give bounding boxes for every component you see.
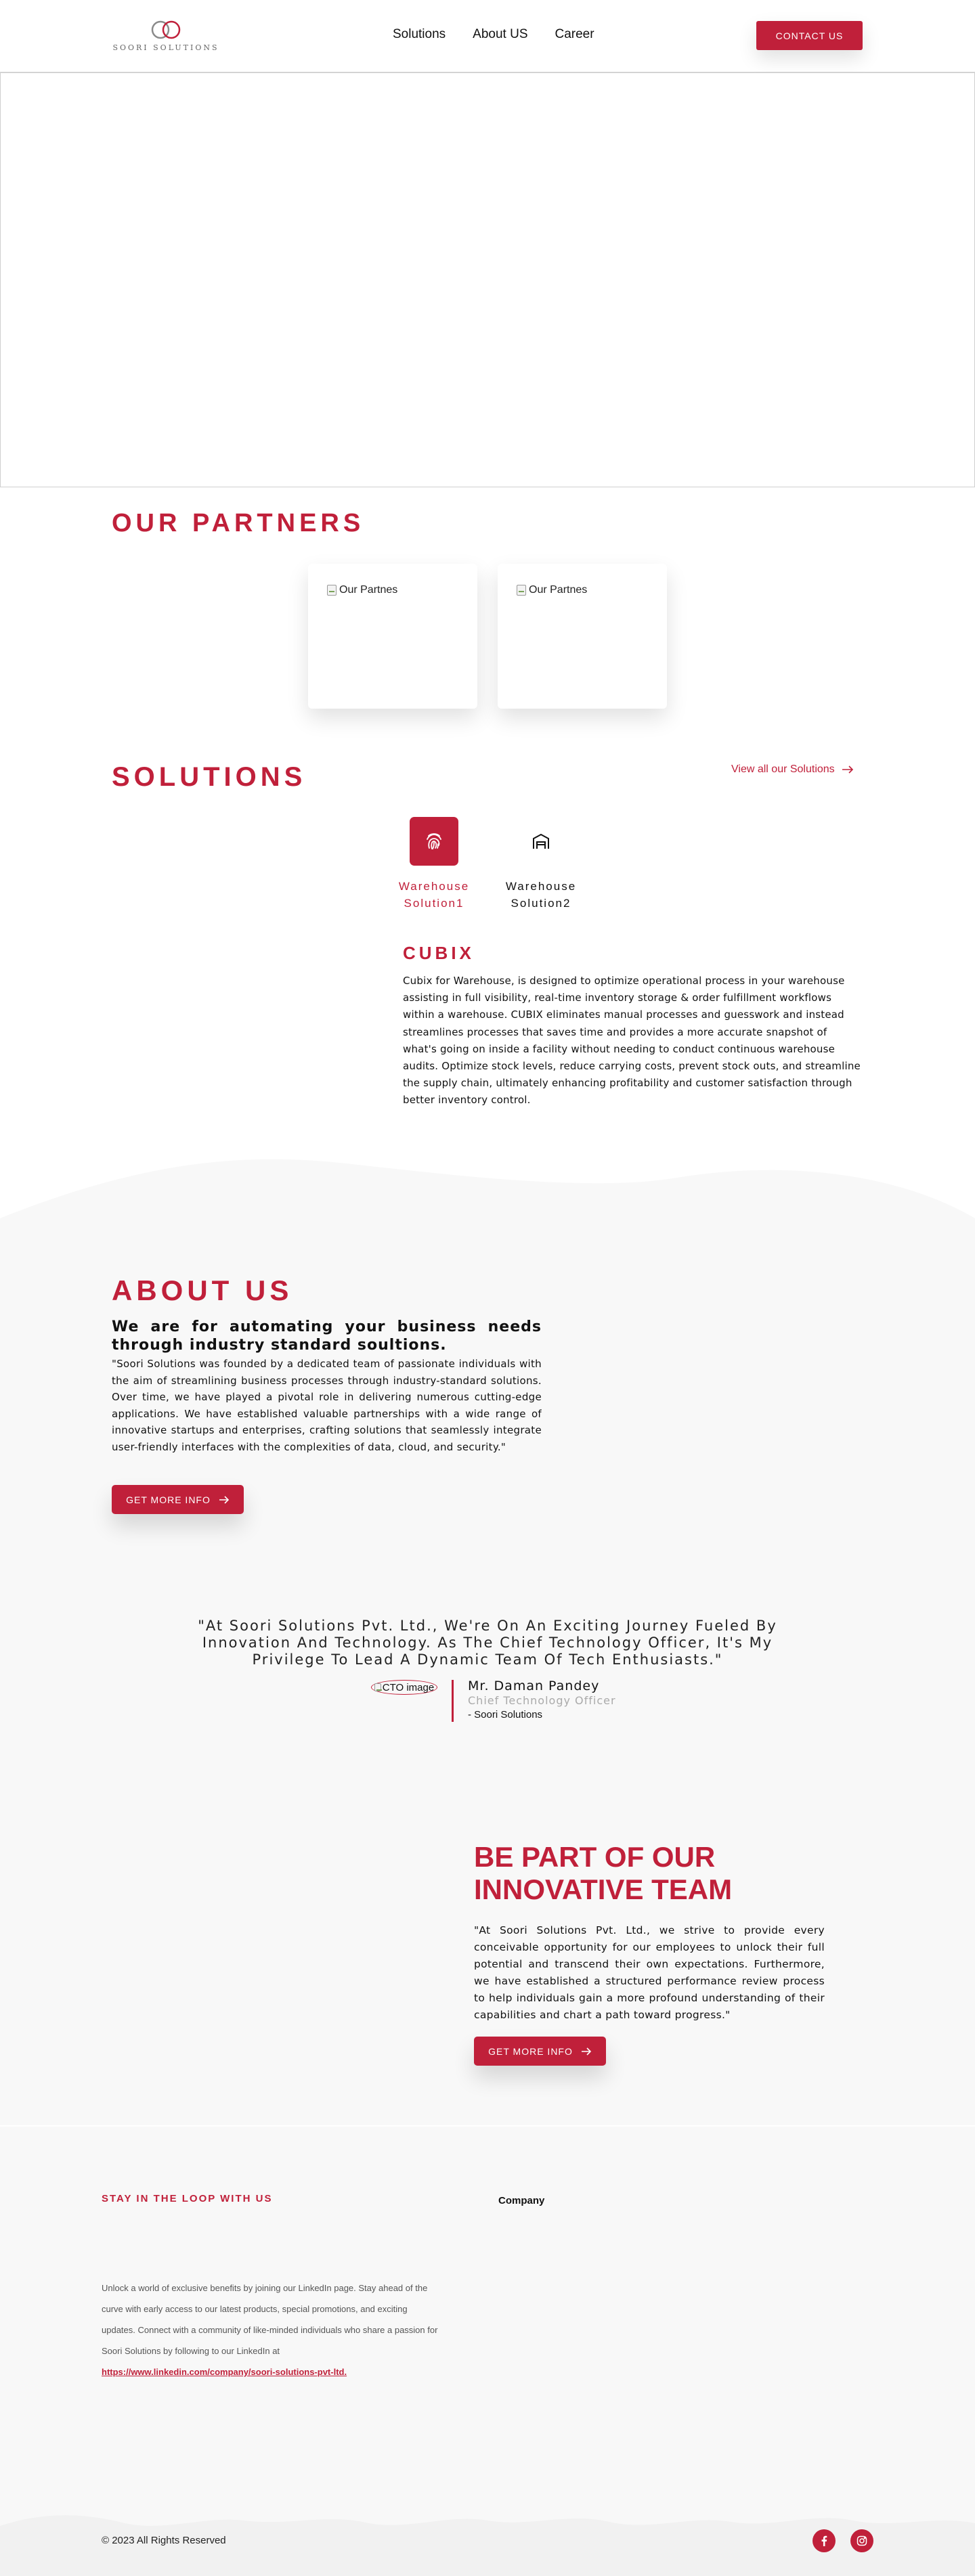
solution-detail-text: Cubix for Warehouse, is designed to opti… (403, 975, 861, 1107)
instagram-link[interactable] (850, 2529, 873, 2552)
solution-detail-title: CUBIX (403, 943, 475, 963)
partner-image: Our Partnes (327, 584, 397, 596)
instagram-icon (857, 2535, 867, 2546)
solution-tab-warehouse-1[interactable]: Warehouse Solution1 (393, 817, 475, 912)
cto-company: - Soori Solutions (468, 1709, 543, 1720)
warehouse-icon (533, 833, 549, 849)
broken-image-icon (517, 585, 526, 596)
brand-name: SOORI SOLUTIONS (112, 43, 219, 52)
linkedin-link[interactable]: https://www.linkedin.com/company/soori-s… (102, 2367, 347, 2377)
cto-image: CTO image (371, 1680, 437, 1695)
nav-item-solutions[interactable]: Solutions (393, 27, 446, 42)
partner-image-alt: Our Partnes (529, 584, 588, 596)
main-nav: Solutions About US Career (393, 27, 594, 42)
cto-image-alt: CTO image (382, 1681, 435, 1693)
arrow-right-icon (581, 2047, 592, 2056)
nav-item-career[interactable]: Career (555, 27, 594, 42)
view-all-label: View all our Solutions (731, 763, 835, 775)
footer-heading: STAY IN THE LOOP WITH US (102, 2193, 273, 2204)
about-text: "Soori Solutions was founded by a dedica… (112, 1358, 542, 1453)
solution-tab-label: Warehouse Solution2 (505, 880, 577, 910)
footer-company-heading: Company (498, 2195, 545, 2206)
partner-image: Our Partnes (517, 584, 587, 596)
contact-us-button[interactable]: CONTACT US (756, 21, 863, 50)
footer-text-body: Unlock a world of exclusive benefits by … (102, 2283, 438, 2356)
site-header: SOORI SOLUTIONS Solutions About US Caree… (0, 0, 975, 72)
nav-item-about[interactable]: About US (473, 27, 527, 42)
footer-text: Unlock a world of exclusive benefits by … (102, 2278, 440, 2382)
broken-image-icon (327, 585, 337, 596)
team-more-info-label: GET MORE INFO (488, 2045, 573, 2057)
facebook-link[interactable] (812, 2529, 836, 2552)
solution-tab-label: Warehouse Solution1 (398, 880, 470, 910)
solution-tab-warehouse-2[interactable]: Warehouse Solution2 (500, 817, 582, 912)
about-subtitle: We are for automating your business need… (112, 1318, 542, 1354)
partner-card[interactable]: Our Partnes (498, 564, 667, 709)
cto-name: Mr. Daman Pandey (468, 1679, 600, 1693)
arrow-right-icon (842, 765, 853, 774)
team-more-info-button[interactable]: GET MORE INFO (474, 2037, 606, 2066)
copyright: © 2023 All Rights Reserved (102, 2535, 226, 2546)
fingerprint-icon (427, 833, 441, 849)
about-more-info-button[interactable]: GET MORE INFO (112, 1485, 244, 1514)
about-more-info-label: GET MORE INFO (126, 1494, 211, 1505)
solutions-title: SOLUTIONS (112, 762, 307, 792)
cto-role: Chief Technology Officer (468, 1694, 616, 1707)
team-title: BE PART OF OUR INNOVATIVE TEAM (474, 1841, 733, 1905)
broken-image-icon (374, 1683, 382, 1691)
hero-frame (0, 72, 975, 487)
logo-rings-icon (151, 20, 181, 39)
cto-quote: "At Soori Solutions Pvt. Ltd., We're On … (198, 1618, 777, 1668)
solution-tab-icon-box (517, 817, 565, 866)
team-text: "At Soori Solutions Pvt. Ltd., we strive… (474, 1924, 825, 2021)
view-all-solutions-link[interactable]: View all our Solutions (731, 763, 854, 776)
partners-title: OUR PARTNERS (112, 509, 365, 537)
brand-logo[interactable]: SOORI SOLUTIONS (112, 19, 220, 54)
partner-card[interactable]: Our Partnes (308, 564, 477, 709)
cto-divider (452, 1680, 454, 1722)
partner-image-alt: Our Partnes (339, 584, 398, 596)
about-title: ABOUT US (112, 1274, 293, 1306)
arrow-right-icon (219, 1495, 230, 1504)
facebook-icon (821, 2535, 827, 2546)
solution-tab-icon-box (410, 817, 458, 866)
